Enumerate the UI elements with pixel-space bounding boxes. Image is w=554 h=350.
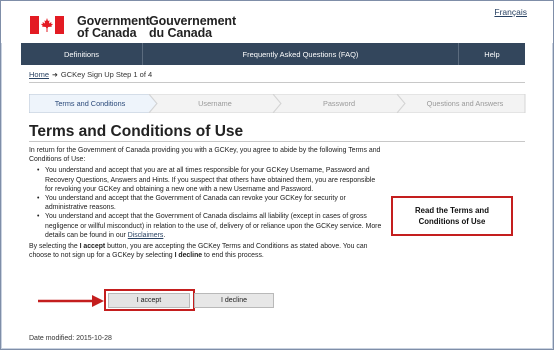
date-modified: Date modified: 2015-10-28 [29, 335, 112, 342]
terms-content: In return for the Government of Canada p… [29, 146, 383, 260]
site-header: Government of Canada Gouvernement du Can… [1, 1, 553, 43]
terms-item: You understand and accept that the Gover… [37, 212, 383, 240]
wordmark-english: Government of Canada [77, 14, 150, 40]
nav-item-help[interactable]: Help [459, 43, 525, 65]
accept-button[interactable]: I accept [108, 293, 190, 308]
step-indicator: Terms and Conditions Username Password Q… [29, 94, 526, 113]
nav-item-faq[interactable]: Frequently Asked Questions (FAQ) [143, 43, 459, 65]
arrow-right-icon [38, 295, 104, 307]
disclaimers-link[interactable]: Disclaimers [128, 232, 164, 239]
main-nav: Definitions Frequently Asked Questions (… [21, 43, 525, 65]
terms-item: You understand and accept that the Gover… [37, 194, 383, 212]
step-questions: Questions and Answers [426, 99, 504, 108]
divider [29, 141, 525, 142]
nav-item-definitions[interactable]: Definitions [21, 43, 143, 65]
wordmark-french: Gouvernement du Canada [149, 14, 237, 40]
breadcrumb-current: GCKey Sign Up Step 1 of 4 [60, 70, 153, 79]
canada-flag-icon [30, 16, 64, 34]
breadcrumb-home-link[interactable]: Home [29, 70, 49, 79]
terms-list: You understand and accept that you are a… [37, 166, 383, 240]
page-title: Terms and Conditions of Use [29, 123, 244, 140]
step-username: Username [198, 99, 232, 108]
breadcrumb: Home ➜ GCKey Sign Up Step 1 of 4 [29, 70, 152, 79]
language-toggle-link[interactable]: Français [494, 7, 527, 17]
step-password: Password [322, 99, 356, 108]
terms-intro: In return for the Government of Canada p… [29, 147, 381, 164]
breadcrumb-arrow-icon: ➜ [52, 71, 58, 79]
terms-item: You understand and accept that you are a… [37, 166, 383, 194]
divider [29, 82, 525, 83]
step-terms: Terms and Conditions [54, 99, 126, 108]
consent-text: By selecting the I accept button, you ar… [29, 243, 368, 260]
annotation-callout: Read the Terms and Conditions of Use [391, 196, 513, 236]
decline-button[interactable]: I decline [194, 293, 274, 308]
